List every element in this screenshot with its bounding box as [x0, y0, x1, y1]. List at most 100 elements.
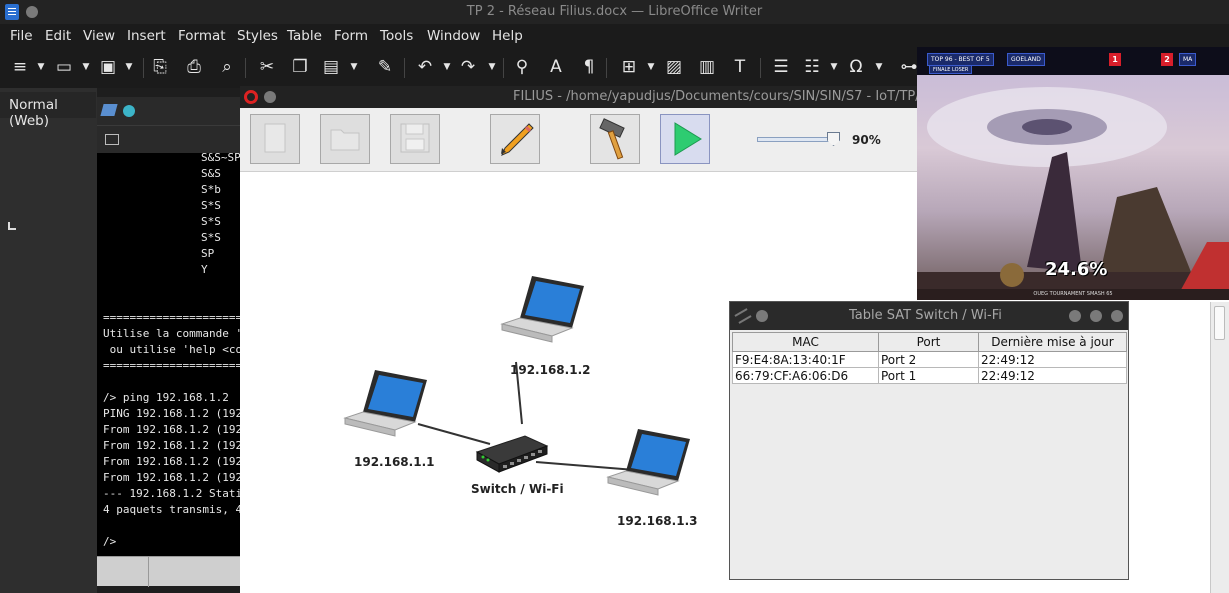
- redo-icon[interactable]: ↷: [457, 56, 479, 78]
- hud-round-stage: FINALE LOSER: [929, 65, 973, 74]
- page-break-icon[interactable]: ☰: [770, 56, 792, 78]
- print-preview-icon[interactable]: ⌕: [216, 56, 238, 78]
- save-dropdown-icon[interactable]: ▼: [124, 56, 134, 78]
- floppy-icon: [400, 123, 430, 153]
- terminal-output[interactable]: S&S~SP S&S S*b S*S S*S S*S SP Y ========…: [97, 153, 242, 556]
- open-project-button[interactable]: [320, 114, 370, 164]
- field-dropdown-icon[interactable]: ▼: [829, 56, 839, 78]
- terminal-line: 4 paquets transmis, 4: [103, 503, 242, 516]
- export-pdf-icon[interactable]: ⎘: [149, 56, 171, 78]
- print-icon[interactable]: ⎙: [183, 56, 205, 78]
- laptop-icon[interactable]: [606, 429, 690, 496]
- insert-field-icon[interactable]: ☷: [801, 56, 823, 78]
- find-replace-icon[interactable]: ⚲: [511, 56, 533, 78]
- clone-formatting-icon[interactable]: ✎: [374, 56, 396, 78]
- paragraph-style-box[interactable]: Normal (Web): [0, 92, 96, 129]
- monitor-icon[interactable]: [105, 134, 119, 145]
- build-mode-button[interactable]: [590, 114, 640, 164]
- window-menu-icon[interactable]: [123, 105, 135, 117]
- laptop-icon[interactable]: [343, 370, 427, 437]
- save-icon[interactable]: ▣: [97, 56, 119, 78]
- terminal-line: S*S: [201, 231, 221, 244]
- laptop-icon[interactable]: [500, 276, 584, 343]
- play-icon: [674, 122, 702, 156]
- special-character-dropdown-icon[interactable]: ▼: [874, 56, 884, 78]
- terminal-line: PING 192.168.1.2 (192.: [103, 407, 242, 420]
- cable-laptop3-switch[interactable]: [535, 461, 636, 471]
- video-overlay[interactable]: TOP 96 - BEST OF 5 FINALE LOSER GOELAND …: [917, 47, 1229, 300]
- formatting-marks-icon[interactable]: ¶: [578, 56, 600, 78]
- zoom-slider-knob[interactable]: [827, 132, 840, 146]
- menu-styles[interactable]: Styles: [237, 28, 278, 44]
- window-menu-icon[interactable]: [756, 310, 768, 322]
- cut-icon[interactable]: ✂: [256, 56, 278, 78]
- sat-table-dialog[interactable]: Table SAT Switch / Wi-Fi MAC Port Derniè…: [729, 301, 1129, 580]
- zoom-slider-track[interactable]: [757, 137, 837, 142]
- hammer-icon: [599, 118, 625, 160]
- canvas-scrollbar[interactable]: [1210, 302, 1229, 593]
- window-menu-icon[interactable]: [264, 91, 276, 103]
- table-row[interactable]: F9:E4:8A:13:40:1F Port 2 22:49:12: [732, 351, 1127, 368]
- scrollbar-thumb[interactable]: [1214, 306, 1225, 340]
- insert-chart-icon[interactable]: ▥: [696, 56, 718, 78]
- terminal-titlebar[interactable]: [97, 97, 242, 125]
- terminal-line: From 192.168.1.2 (192.: [103, 455, 242, 468]
- menu-form[interactable]: Form: [334, 28, 368, 44]
- design-mode-button[interactable]: [490, 114, 540, 164]
- redo-dropdown-icon[interactable]: ▼: [487, 56, 497, 78]
- column-header-mac[interactable]: MAC: [732, 332, 879, 352]
- column-header-updated[interactable]: Dernière mise à jour: [978, 332, 1127, 352]
- simulation-mode-button[interactable]: [660, 114, 710, 164]
- minimize-icon[interactable]: [1069, 310, 1081, 322]
- menu-help[interactable]: Help: [492, 28, 523, 44]
- toolbar-separator: [404, 58, 405, 78]
- terminal-line: /> ping 192.168.1.2: [103, 391, 229, 404]
- table-dropdown-icon[interactable]: ▼: [646, 56, 656, 78]
- menu-edit[interactable]: Edit: [45, 28, 71, 44]
- new-document-icon[interactable]: ≡: [9, 56, 31, 78]
- sat-titlebar[interactable]: Table SAT Switch / Wi-Fi: [730, 302, 1128, 330]
- terminal-toolbar: [97, 125, 242, 153]
- paste-icon[interactable]: ▤: [320, 56, 342, 78]
- spelling-icon[interactable]: A: [545, 56, 567, 78]
- new-file-icon: [264, 123, 286, 153]
- menu-window[interactable]: Window: [427, 28, 480, 44]
- undo-dropdown-icon[interactable]: ▼: [442, 56, 452, 78]
- open-folder-icon[interactable]: ▭: [53, 56, 75, 78]
- table-row[interactable]: 66:79:CF:A6:06:D6 Port 1 22:49:12: [732, 367, 1127, 384]
- sat-title: Table SAT Switch / Wi-Fi: [849, 308, 1002, 323]
- insert-image-icon[interactable]: ▨: [663, 56, 685, 78]
- terminal-line: Y: [201, 263, 208, 276]
- menu-tools[interactable]: Tools: [380, 28, 413, 44]
- terminal-line: From 192.168.1.2 (192.: [103, 471, 242, 484]
- damage-percent: 24.6%: [1045, 259, 1108, 280]
- menu-format[interactable]: Format: [178, 28, 226, 44]
- filius-titlebar[interactable]: FILIUS - /home/yapudjus/Documents/cours/…: [240, 86, 933, 108]
- save-project-button[interactable]: [390, 114, 440, 164]
- switch-icon[interactable]: [475, 435, 549, 473]
- menu-view[interactable]: View: [83, 28, 115, 44]
- insert-table-icon[interactable]: ⊞: [618, 56, 640, 78]
- cable-laptop1-switch[interactable]: [417, 423, 491, 445]
- hud-score-right: 2: [1161, 53, 1173, 66]
- tab-stop-icon[interactable]: [8, 222, 16, 230]
- mac-cell: 66:79:CF:A6:06:D6: [732, 367, 879, 384]
- close-icon[interactable]: [1111, 310, 1123, 322]
- terminal-input-bar[interactable]: [97, 556, 242, 587]
- menu-table[interactable]: Table: [287, 28, 322, 44]
- special-character-icon[interactable]: Ω: [845, 56, 867, 78]
- new-dropdown-icon[interactable]: ▼: [36, 56, 46, 78]
- writer-titlebar[interactable]: TP 2 - Réseau Filius.docx — LibreOffice …: [0, 0, 1229, 24]
- column-header-port[interactable]: Port: [878, 332, 979, 352]
- copy-icon[interactable]: ❐: [289, 56, 311, 78]
- new-project-button[interactable]: [250, 114, 300, 164]
- maximize-icon[interactable]: [1090, 310, 1102, 322]
- terminal-line: ==========================: [103, 311, 242, 324]
- paste-dropdown-icon[interactable]: ▼: [349, 56, 359, 78]
- insert-textbox-icon[interactable]: T: [729, 56, 751, 78]
- undo-icon[interactable]: ↶: [414, 56, 436, 78]
- open-dropdown-icon[interactable]: ▼: [81, 56, 91, 78]
- menu-insert[interactable]: Insert: [127, 28, 166, 44]
- menu-file[interactable]: File: [10, 28, 33, 44]
- terminal-line: From 192.168.1.2 (192.: [103, 423, 242, 436]
